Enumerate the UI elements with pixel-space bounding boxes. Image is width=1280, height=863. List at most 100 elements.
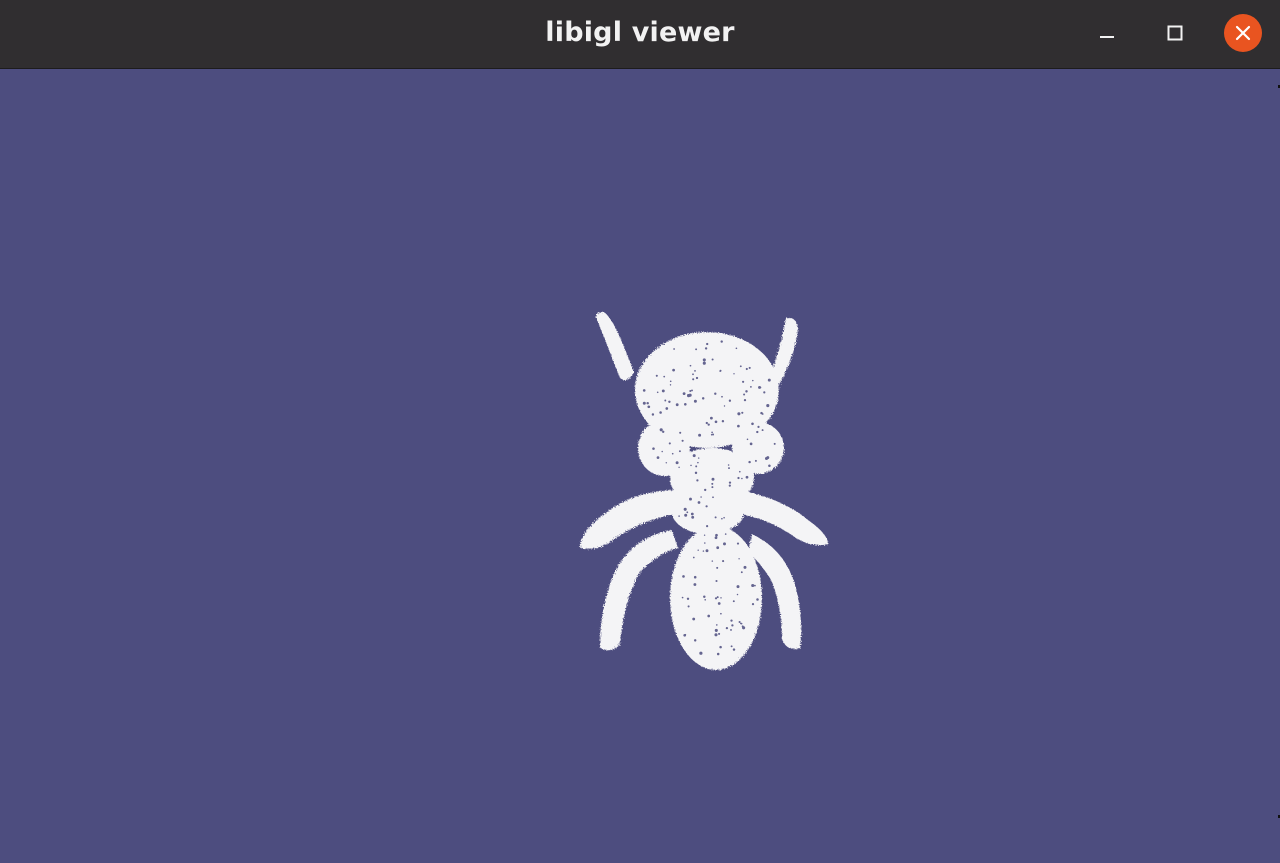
mesh-point-gap [773,442,776,445]
mesh-point-gap [688,393,692,397]
mesh-point-gap [668,442,671,445]
mesh-point-gap [718,632,721,635]
mesh-point-gap [707,423,710,426]
mesh-point-gap [745,475,749,479]
mesh-point-gap [701,397,705,400]
mesh-point-gap [684,513,688,517]
mesh-point-gap [749,442,753,446]
mesh-point-gap [756,430,759,434]
mesh-point-gap [690,512,694,516]
mesh-point-gap [681,439,684,442]
close-icon [1235,25,1251,41]
mesh-point-gap [764,456,769,461]
mesh-point-gap [697,457,700,459]
mesh-point-gap [683,633,687,637]
mesh-point-gap [691,389,693,392]
mesh-point-gap [714,420,718,424]
mesh-point-gap [702,550,705,552]
mesh-point-gap [696,479,699,482]
title-bar[interactable]: libigl viewer [0,0,1280,69]
mesh-point-gap [646,401,649,405]
mesh-point-gap [728,467,730,470]
mesh-point-gap [711,358,714,361]
mesh-point-gap [719,645,722,649]
mesh-point-gap [681,596,684,599]
mesh-point-gap [692,617,696,621]
mesh-point-gap [698,433,702,437]
mesh-point-gap [759,386,762,389]
mesh-point-gap [720,612,722,615]
mesh-point-gap [671,452,674,455]
mesh-point-gap [730,628,732,631]
mesh-point-gap [704,347,708,350]
mesh-point-gap [665,407,669,410]
close-button[interactable] [1224,14,1262,52]
app-window: libigl viewer [0,0,1280,863]
mesh-point-gap [740,571,743,574]
mesh-point-gap [743,565,747,569]
mesh-point-gap [712,496,714,499]
mesh-point-gap [721,420,725,423]
mesh-point-gap [659,411,662,414]
mesh-point-gap [689,364,692,367]
mesh-point-gap [651,413,655,416]
mesh-point-gap [714,597,718,600]
mesh-point-gap [714,516,717,519]
mesh-point-gap [689,389,692,393]
mesh-point-gap [748,366,751,369]
mesh-point-gap [721,395,723,398]
mesh-point-gap [709,416,713,420]
mesh-point-gap [682,392,686,396]
mesh-point-gap [695,348,698,351]
mesh-point-gap [678,515,680,517]
mesh-point-gap [697,549,699,551]
mesh-point-gap [707,614,711,618]
mesh-point-gap [711,477,715,481]
mesh-point-gap [694,370,696,372]
mesh-point-gap [723,516,725,519]
mesh-point-gap [751,422,754,426]
mesh-point-gap [767,378,771,382]
mesh-point-gap [669,384,672,386]
mesh-point-gap [754,459,757,462]
mesh-point-gap [704,542,706,544]
mesh-point-gap [705,505,708,508]
mesh-point-gap [752,379,754,382]
mesh-point-gap [652,447,655,450]
mesh-point-gap [738,558,740,560]
mesh-point-gap [757,425,760,428]
mesh-point-gap [735,347,738,350]
mesh-point-gap [687,605,690,608]
mesh-point-gap [669,380,672,383]
mesh-point-gap [715,624,718,626]
mesh-point-gap [678,466,680,469]
mesh-point-gap [693,583,697,586]
mesh-point-gap [714,536,718,540]
mesh-point-gap [743,393,746,396]
mesh-point-gap [661,389,665,393]
mesh-point-gap [711,560,714,562]
mesh-point-gap [686,597,690,600]
mesh-point-gap [695,465,698,468]
mesh-point-gap [739,622,742,625]
mesh-point-gap [692,373,694,376]
mesh-point-gap [748,460,751,464]
mesh-point-gap [711,431,713,434]
mesh-point-gap [700,496,702,498]
mesh-point-gap [751,603,755,606]
mesh-point-gap [706,525,709,528]
mesh-point-gap [693,399,697,403]
mesh-point-gap [736,593,739,596]
mesh-point-gap [673,348,676,350]
maximize-button[interactable] [1156,14,1194,52]
mesh-point-gap [715,579,718,583]
mesh-point-gap [714,628,718,632]
mesh-point-gap [728,484,731,487]
3d-viewport[interactable] [0,69,1280,863]
mesh-point-gap [682,575,685,578]
mesh-point-gap [723,542,726,546]
mesh-point-gap [714,392,717,395]
ant-mesh [580,312,828,670]
mesh-point-gap [706,342,709,346]
minimize-button[interactable] [1088,14,1126,52]
